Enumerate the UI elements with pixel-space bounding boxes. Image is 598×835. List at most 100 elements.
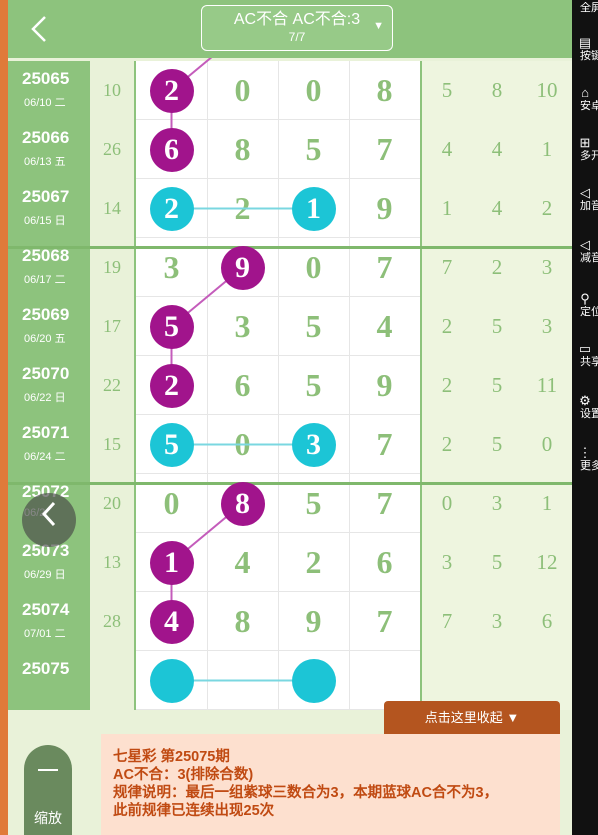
sidebar-item-9[interactable]: ⋮ 更多	[572, 445, 598, 473]
side-stat-cell: 4	[441, 137, 453, 161]
digit-cell: 6	[376, 544, 393, 580]
side-stats-cells: 3 5 12	[420, 533, 572, 592]
digit-cell: 9	[376, 190, 393, 226]
sum-cell: 22	[90, 356, 136, 415]
issue-row: 25073 06/29 日1314263512	[8, 533, 572, 592]
issue-cell: 25075	[8, 651, 90, 710]
sidebar-item-3[interactable]: ⊞ 多开	[572, 136, 598, 163]
sidebar-item-6[interactable]: ⚲ 定位	[572, 291, 598, 319]
info-rule-description: 规律说明：最后一组紫球三数合为3，本期蓝球AC合不为3，	[113, 785, 499, 801]
digit-cell: 7	[376, 131, 393, 167]
digit-cell: 5	[305, 367, 322, 403]
side-stat-cell: 3	[441, 550, 453, 574]
previous-page-button[interactable]	[22, 493, 76, 547]
chevron-left-icon	[41, 501, 56, 527]
info-ac-value: AC不合：3(排除合数)	[113, 767, 254, 783]
issue-row: 25074 07/01 二284897736	[8, 592, 572, 651]
issue-cell: 25071 06/24 二	[8, 415, 90, 474]
purple-ball: 9	[220, 245, 265, 290]
side-stat-cell: 6	[541, 609, 553, 633]
digit-cell: 9	[376, 367, 393, 403]
issue-cell: 25074 07/01 二	[8, 592, 90, 651]
more-icon: ⋮	[578, 445, 592, 460]
side-stat-cell: 5	[441, 78, 453, 102]
side-stat-cell: 5	[491, 373, 503, 397]
purple-ball: 2	[149, 68, 194, 113]
digit-cell: 3	[234, 308, 251, 344]
side-stat-cell: 3	[541, 314, 553, 338]
grid-divider	[278, 356, 279, 415]
side-stats-cells: 2 5 11	[420, 356, 572, 415]
sidebar-item-5[interactable]: ◁ 减音	[572, 237, 598, 265]
grid-divider	[349, 61, 350, 120]
sum-cell	[90, 651, 136, 710]
sidebar-item-2[interactable]: ⌂ 安卓	[572, 86, 598, 113]
digit-cell: 2	[234, 190, 251, 226]
grid-divider	[278, 297, 279, 356]
issue-date: 06/15 日	[24, 215, 66, 227]
side-stat-cell: 0	[541, 432, 553, 456]
digit-cell: 0	[234, 426, 251, 462]
sidebar-item-1[interactable]: ▤ 按键	[572, 36, 598, 63]
digit-cell: 4	[376, 308, 393, 344]
sidebar-item-label: 加音	[580, 200, 598, 212]
rule-title: AC不合 AC不合:3	[233, 11, 361, 28]
volume-down-icon: ◁	[580, 237, 590, 252]
purple-ball: 1	[149, 540, 194, 585]
sidebar-item-0[interactable]: 全屏	[572, 2, 598, 14]
sidebar-item-7[interactable]: ▭ 共享	[572, 342, 598, 369]
issue-number: 25075	[22, 659, 70, 678]
sum-cell: 28	[90, 592, 136, 651]
grid-divider	[207, 120, 208, 179]
issue-cell: 25065 06/10 二	[8, 61, 90, 120]
rule-selector-dropdown[interactable]: AC不合 AC不合:3 7/7 ▼	[201, 5, 393, 51]
side-stat-cell: 2	[441, 314, 453, 338]
digit-cell: 0	[234, 72, 251, 108]
location-icon: ⚲	[580, 291, 590, 306]
sidebar-item-label: 按键	[580, 50, 598, 62]
issue-date: 06/22 日	[24, 392, 66, 404]
side-stats-cells: 2 5 3	[420, 297, 572, 356]
side-stat-cell: 1	[541, 137, 553, 161]
side-stat-cell: 12	[536, 550, 558, 574]
sidebar-item-label: 减音	[580, 252, 598, 264]
sum-cell: 15	[90, 415, 136, 474]
issue-row: 25067 06/15 日142219142	[8, 179, 572, 238]
sidebar-item-label: 全屏	[580, 2, 598, 14]
digit-cell: 7	[376, 603, 393, 639]
sidebar-item-8[interactable]: ⚙ 设置	[572, 394, 598, 421]
issue-row: 25065 06/10 二1020085810	[8, 61, 572, 120]
grid-divider	[349, 651, 350, 710]
info-rule-streak: 此前规律已连续出现25次	[113, 803, 275, 819]
purple-ball: 6	[149, 127, 194, 172]
grid-divider	[349, 179, 350, 238]
side-stats-cells: 1 4 2	[420, 179, 572, 238]
back-button[interactable]	[30, 14, 60, 46]
volume-up-icon: ◁	[580, 185, 590, 200]
minus-icon	[38, 769, 58, 771]
cyan-ball	[291, 658, 336, 703]
zoom-button[interactable]: 缩放	[24, 745, 72, 835]
grid-divider	[349, 533, 350, 592]
grid-divider	[207, 415, 208, 474]
sidebar-item-label: 更多	[580, 460, 598, 472]
collapse-panel-button[interactable]: 点击这里收起 ▼	[384, 701, 560, 735]
side-stat-cell: 1	[441, 196, 453, 220]
issue-row: 25066 06/13 五266857441	[8, 120, 572, 179]
dropdown-caret-icon: ▼	[373, 20, 384, 32]
issue-row: 25069 06/20 五175354253	[8, 297, 572, 356]
issue-cell: 25070 06/22 日	[8, 356, 90, 415]
issue-number: 25065	[22, 69, 70, 88]
issue-number: 25067	[22, 187, 70, 206]
digit-cell: 5	[305, 308, 322, 344]
sidebar-item-4[interactable]: ◁ 加音	[572, 185, 598, 213]
grid-divider	[136, 709, 420, 710]
grid-divider	[207, 651, 208, 710]
sidebar-item-label: 设置	[580, 408, 598, 420]
issue-cell: 25066 06/13 五	[8, 120, 90, 179]
digit-cell: 5	[305, 131, 322, 167]
digit-cell: 9	[305, 603, 322, 639]
issue-number: 25071	[22, 423, 70, 442]
grid-divider	[278, 651, 279, 710]
trend-grid: 25065 06/10 二102008581025066 06/13 五2668…	[8, 58, 572, 720]
